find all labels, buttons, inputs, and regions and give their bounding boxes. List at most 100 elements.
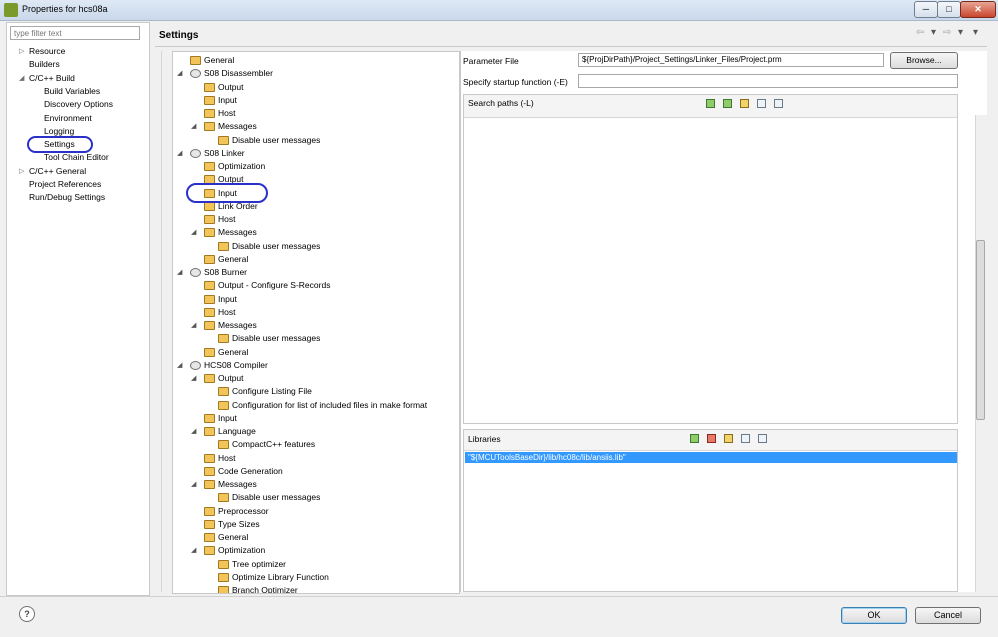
tree-item[interactable]: ◢ Messages bbox=[173, 120, 457, 133]
tree-scrollbar[interactable] bbox=[161, 51, 172, 592]
tree-item[interactable]: Host bbox=[173, 306, 457, 319]
tree-expander-icon[interactable]: ◢ bbox=[177, 147, 182, 160]
tree-item[interactable]: Configure Listing File bbox=[173, 385, 457, 398]
tree-expander-icon[interactable]: ◢ bbox=[177, 266, 182, 279]
tree-expander-icon[interactable]: ◢ bbox=[191, 319, 196, 332]
tree-item-label: Output bbox=[218, 81, 244, 92]
back-menu-chevron-icon[interactable]: ▾ bbox=[931, 27, 936, 38]
maximize-button[interactable]: □ bbox=[937, 1, 961, 18]
tree-item[interactable]: Host bbox=[173, 213, 457, 226]
tree-expander-icon[interactable]: ◢ bbox=[191, 478, 196, 491]
close-button[interactable]: ✕ bbox=[960, 1, 996, 18]
sidebar-item[interactable]: C/C++ General bbox=[29, 166, 86, 176]
add-from-workspace-icon[interactable] bbox=[723, 99, 732, 108]
library-list-item[interactable]: "${MCUToolsBaseDir}/lib/hc08c/lib/ansiis… bbox=[465, 452, 957, 463]
tree-item[interactable]: General bbox=[173, 54, 457, 67]
minimize-button[interactable]: ─ bbox=[914, 1, 938, 18]
tree-item[interactable]: ◢ Messages bbox=[173, 478, 457, 491]
tree-expander-icon[interactable]: ◢ bbox=[177, 67, 182, 80]
cancel-button[interactable]: Cancel bbox=[915, 607, 981, 624]
tree-item[interactable]: Input bbox=[173, 187, 457, 200]
sidebar-item[interactable]: Tool Chain Editor bbox=[44, 152, 109, 162]
sidebar-expander-icon[interactable]: ▷ bbox=[19, 47, 24, 55]
sidebar-item[interactable]: Resource bbox=[29, 46, 65, 56]
tree-item-label: Output - Configure S-Records bbox=[218, 280, 331, 291]
sidebar-item[interactable]: Project References bbox=[29, 179, 101, 189]
option-folder-icon bbox=[204, 427, 215, 436]
tree-item[interactable]: General bbox=[173, 346, 457, 359]
tree-item[interactable]: Input bbox=[173, 412, 457, 425]
add-icon[interactable] bbox=[690, 434, 699, 443]
parameter-file-field[interactable]: ${ProjDirPath}/Project_Settings/Linker_F… bbox=[578, 53, 884, 67]
sidebar-item[interactable]: Environment bbox=[44, 113, 92, 123]
sidebar-item[interactable]: Builders bbox=[29, 59, 60, 69]
tree-item[interactable]: Branch Optimizer bbox=[173, 584, 457, 593]
tree-item[interactable]: Disable user messages bbox=[173, 332, 457, 345]
edit-icon[interactable] bbox=[740, 99, 749, 108]
ok-button[interactable]: OK bbox=[841, 607, 907, 624]
sidebar-item[interactable]: Settings bbox=[44, 139, 75, 149]
sidebar-expander-icon[interactable]: ▷ bbox=[19, 167, 24, 175]
tree-item[interactable]: Configuration for list of included files… bbox=[173, 399, 457, 412]
tree-item[interactable]: Optimization bbox=[173, 160, 457, 173]
delete-icon[interactable] bbox=[707, 434, 716, 443]
move-down-icon[interactable] bbox=[774, 99, 783, 108]
sidebar-item[interactable]: Run/Debug Settings bbox=[29, 192, 105, 202]
tree-item[interactable]: ◢ S08 Linker bbox=[173, 147, 457, 160]
tree-item[interactable]: Output - Configure S-Records bbox=[173, 279, 457, 292]
sidebar-item[interactable]: Build Variables bbox=[44, 86, 100, 96]
move-up-icon[interactable] bbox=[741, 434, 750, 443]
tree-item[interactable]: Output bbox=[173, 173, 457, 186]
tree-item[interactable]: Disable user messages bbox=[173, 491, 457, 504]
tree-expander-icon[interactable]: ◢ bbox=[177, 359, 182, 372]
tree-item[interactable]: ◢ S08 Disassembler bbox=[173, 67, 457, 80]
tree-expander-icon[interactable]: ◢ bbox=[191, 120, 196, 133]
tree-expander-icon[interactable]: ◢ bbox=[191, 226, 196, 239]
tree-item[interactable]: ◢ HCS08 Compiler bbox=[173, 359, 457, 372]
sidebar-item[interactable]: C/C++ Build bbox=[29, 73, 75, 83]
tree-item[interactable]: ◢ Messages bbox=[173, 319, 457, 332]
tree-expander-icon[interactable]: ◢ bbox=[191, 372, 196, 385]
edit-icon[interactable] bbox=[724, 434, 733, 443]
tree-item[interactable]: ◢ Output bbox=[173, 372, 457, 385]
tree-item[interactable]: Tree optimizer bbox=[173, 558, 457, 571]
tree-item[interactable]: Host bbox=[173, 107, 457, 120]
view-menu-chevron-icon[interactable]: ▾ bbox=[973, 27, 978, 38]
tree-item[interactable]: ◢ Optimization bbox=[173, 544, 457, 557]
startup-function-field[interactable] bbox=[578, 74, 958, 88]
tree-item[interactable]: Output bbox=[173, 81, 457, 94]
tool-settings-tree: General ◢ S08 Disassembler Output Input Host ◢… bbox=[172, 51, 460, 594]
tree-item[interactable]: ◢ Messages bbox=[173, 226, 457, 239]
forward-arrow-icon[interactable]: ⇨ bbox=[943, 27, 951, 38]
tree-item[interactable]: Type Sizes bbox=[173, 518, 457, 531]
sidebar-item[interactable]: Logging bbox=[44, 126, 74, 136]
tree-item[interactable]: Code Generation bbox=[173, 465, 457, 478]
tree-item[interactable]: Host bbox=[173, 452, 457, 465]
forward-menu-chevron-icon[interactable]: ▾ bbox=[958, 27, 963, 38]
sidebar-item[interactable]: Discovery Options bbox=[44, 99, 113, 109]
add-icon[interactable] bbox=[706, 99, 715, 108]
tree-item[interactable]: Input bbox=[173, 293, 457, 306]
tree-item[interactable]: ◢ Language bbox=[173, 425, 457, 438]
tree-expander-icon[interactable]: ◢ bbox=[191, 425, 196, 438]
tree-item[interactable]: General bbox=[173, 253, 457, 266]
move-up-icon[interactable] bbox=[757, 99, 766, 108]
tree-item[interactable]: CompactC++ features bbox=[173, 438, 457, 451]
tree-item[interactable]: Disable user messages bbox=[173, 134, 457, 147]
sidebar-expander-icon[interactable]: ◢ bbox=[19, 74, 24, 82]
tree-item[interactable]: Input bbox=[173, 94, 457, 107]
tree-item[interactable]: ◢ S08 Burner bbox=[173, 266, 457, 279]
tree-expander-icon[interactable]: ◢ bbox=[191, 544, 196, 557]
tree-item[interactable]: Optimize Library Function bbox=[173, 571, 457, 584]
tree-item-label: Disable user messages bbox=[232, 492, 321, 503]
back-arrow-icon[interactable]: ⇦ bbox=[916, 27, 924, 38]
tree-item[interactable]: Link Order bbox=[173, 200, 457, 213]
tree-item[interactable]: General bbox=[173, 531, 457, 544]
move-down-icon[interactable] bbox=[758, 434, 767, 443]
tree-item[interactable]: Preprocessor bbox=[173, 505, 457, 518]
help-icon[interactable]: ? bbox=[19, 606, 35, 622]
filter-input[interactable] bbox=[10, 26, 140, 40]
detail-scrollbar-thumb[interactable] bbox=[976, 240, 985, 420]
browse-button[interactable]: Browse... bbox=[890, 52, 958, 69]
tree-item[interactable]: Disable user messages bbox=[173, 240, 457, 253]
